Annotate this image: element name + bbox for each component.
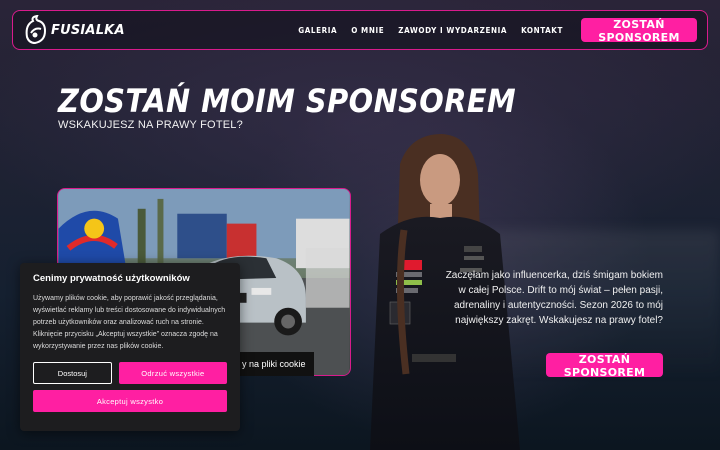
nav-item-galeria[interactable]: GALERIA [298,26,337,35]
logo-icon [25,15,47,45]
nav-item-zawody[interactable]: ZAWODY I WYDARZENIA [398,26,507,35]
photo-caption: y na pliki cookie [236,352,314,376]
hero-sponsor-button[interactable]: ZOSTAŃ SPONSOREM [546,353,663,379]
hero-subtitle: WSKAKUJESZ NA PRAWY FOTEL? [58,119,243,131]
cookie-customize-button[interactable]: Dostosuj [33,362,112,384]
main-nav: GALERIA O MNIE ZAWODY I WYDARZENIA KONTA… [298,18,697,44]
brand-name: FUSIALKA [51,22,125,38]
hero-description: Zaczęłam jako influencerka, dziś śmigam … [445,270,663,326]
nav-item-o-mnie[interactable]: O MNIE [351,26,384,35]
cookie-reject-button[interactable]: Odrzuć wszystkie [118,362,227,384]
cookie-title: Cenimy prywatność użytkowników [33,273,190,284]
cookie-body: Używamy plików cookie, aby poprawić jako… [33,295,226,350]
header-sponsor-button[interactable]: ZOSTAŃ SPONSOREM [581,18,697,44]
cookie-consent-banner: Cenimy prywatność użytkowników Używamy p… [20,263,240,431]
cookie-accept-button[interactable]: Akceptuj wszystko [33,390,227,412]
site-header: FUSIALKA GALERIA O MNIE ZAWODY I WYDARZE… [12,10,708,50]
hero-title: ZOSTAŃ MOIM SPONSOREM [58,82,517,120]
nav-item-kontakt[interactable]: KONTAKT [521,26,563,35]
cookie-button-row: Dostosuj Odrzuć wszystkie [33,362,227,384]
logo[interactable]: FUSIALKA [23,15,125,45]
